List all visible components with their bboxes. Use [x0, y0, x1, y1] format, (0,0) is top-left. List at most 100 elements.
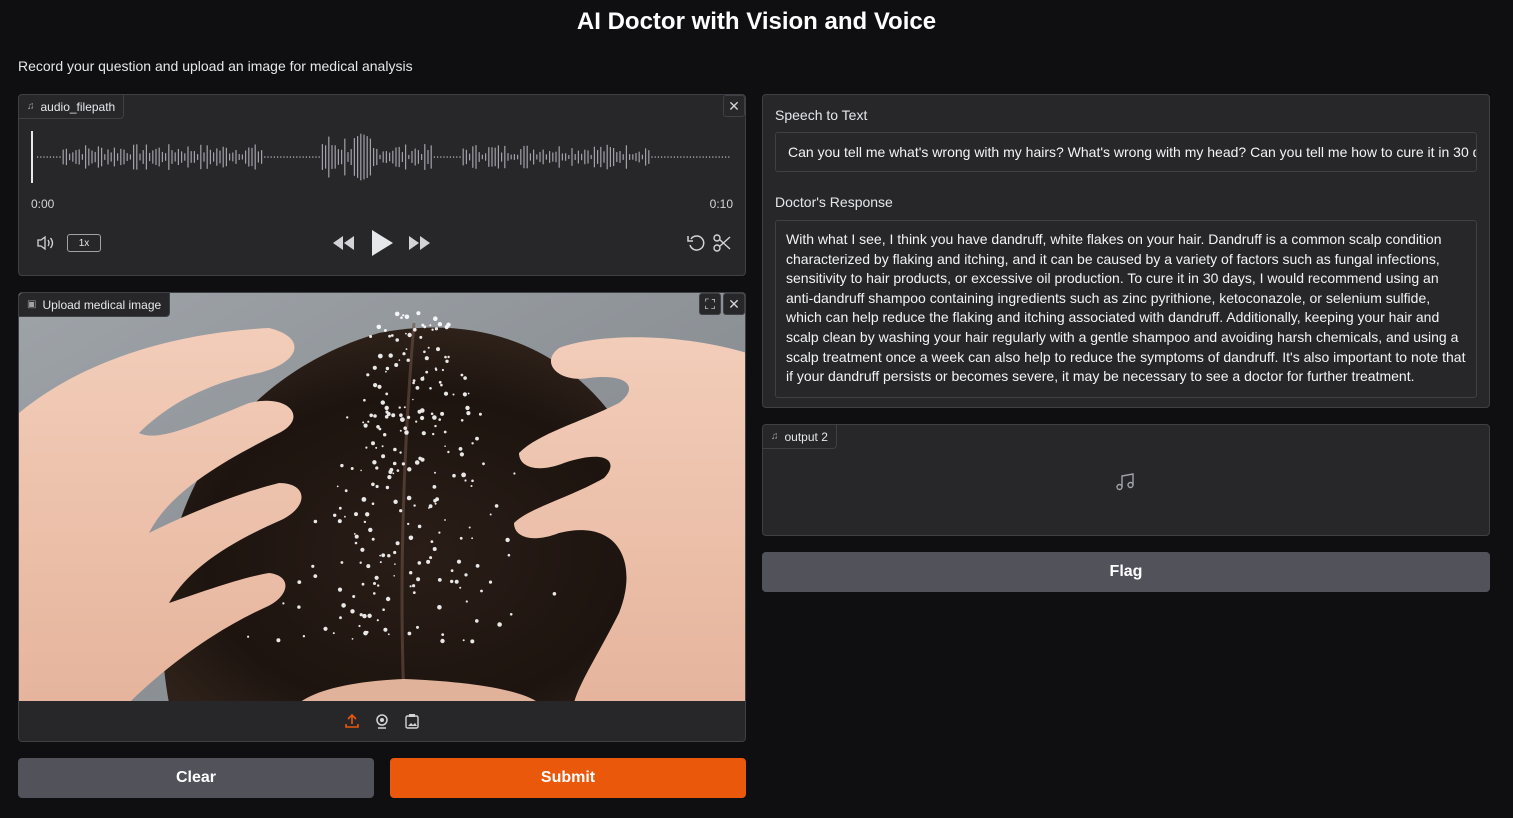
- waveform-bar: [347, 152, 349, 162]
- dandruff-flake: [363, 520, 367, 524]
- waveform-bar: [593, 146, 595, 168]
- clear-button[interactable]: Clear: [18, 758, 374, 798]
- dandruff-flake: [373, 383, 378, 388]
- dandruff-flake: [421, 323, 425, 327]
- dandruff-flake: [552, 592, 557, 596]
- dandruff-flake: [332, 632, 335, 635]
- dandruff-flake: [392, 461, 397, 466]
- dandruff-flake: [313, 519, 318, 524]
- dandruff-flake: [458, 447, 463, 451]
- fullscreen-icon[interactable]: ⛶: [699, 293, 721, 315]
- play-icon[interactable]: [369, 229, 395, 257]
- waveform-bar: [238, 154, 240, 160]
- scissors-icon[interactable]: [711, 233, 733, 253]
- waveform-bar: [587, 150, 589, 164]
- waveform-bar: [421, 154, 423, 160]
- waveform-bar: [414, 148, 416, 166]
- submit-button[interactable]: Submit: [390, 758, 746, 798]
- waveform-bar: [702, 156, 704, 158]
- waveform-bar: [542, 149, 544, 165]
- reset-icon[interactable]: [685, 233, 707, 253]
- waveform-bar: [177, 149, 179, 165]
- upload-icon[interactable]: [344, 713, 360, 729]
- waveform-bar: [350, 149, 352, 165]
- dandruff-flake: [440, 638, 445, 644]
- volume-icon[interactable]: [35, 233, 57, 253]
- waveform-bar: [280, 156, 282, 158]
- dandruff-flake: [405, 348, 408, 350]
- waveform-bar: [312, 156, 314, 158]
- waveform-bar: [661, 156, 663, 158]
- dandruff-flake: [399, 451, 402, 454]
- dandruff-flake: [372, 460, 377, 465]
- waveform-bar: [571, 148, 573, 166]
- dandruff-flake: [421, 431, 426, 436]
- dandruff-flake: [446, 322, 451, 327]
- audio-waveform[interactable]: [31, 131, 731, 183]
- dandruff-flake: [367, 613, 372, 618]
- dandruff-flake: [385, 370, 387, 373]
- fast-forward-icon[interactable]: [407, 233, 433, 253]
- waveform-bar: [53, 156, 55, 158]
- dandruff-flake: [412, 379, 416, 382]
- dandruff-flake: [344, 489, 348, 493]
- rewind-icon[interactable]: [331, 233, 357, 253]
- waveform-bar: [629, 154, 631, 160]
- dandruff-flake: [371, 441, 375, 446]
- waveform-bar: [94, 151, 96, 163]
- waveform-bar: [673, 156, 675, 158]
- waveform-bar: [446, 156, 448, 158]
- dandruff-flake: [475, 619, 479, 623]
- dandruff-flake: [460, 419, 464, 422]
- waveform-bar: [664, 156, 666, 158]
- dandruff-flake: [429, 324, 432, 327]
- waveform-bar: [357, 136, 359, 178]
- dandruff-flake: [337, 587, 343, 592]
- dandruff-flake: [374, 575, 379, 580]
- dandruff-flake: [412, 584, 416, 588]
- doctor-response-output[interactable]: With what I see, I think you have dandru…: [775, 220, 1477, 398]
- waveform-bar: [229, 153, 231, 161]
- dandruff-flake: [432, 485, 437, 489]
- waveform-bar: [398, 146, 400, 168]
- dandruff-flake: [415, 420, 418, 423]
- dandruff-flake: [388, 334, 391, 338]
- dandruff-flake: [346, 416, 349, 419]
- dandruff-flake: [465, 600, 468, 603]
- waveform-bar: [405, 144, 407, 170]
- dandruff-flake: [399, 509, 403, 513]
- waveform-bar: [683, 156, 685, 158]
- flag-button[interactable]: Flag: [762, 552, 1490, 592]
- dandruff-flake: [452, 473, 456, 478]
- speech-to-text-output[interactable]: Can you tell me what's wrong with my hai…: [775, 132, 1477, 172]
- dandruff-flake: [381, 553, 386, 558]
- waveform-bar: [427, 150, 429, 164]
- dandruff-flake: [383, 433, 387, 437]
- dandruff-flake: [282, 602, 285, 605]
- waveform-bar: [453, 156, 455, 158]
- doctor-response-label: Doctor's Response: [775, 194, 893, 210]
- waveform-bar: [75, 150, 77, 164]
- dandruff-flake: [444, 445, 446, 447]
- music-placeholder-icon: [1115, 473, 1139, 493]
- webcam-icon[interactable]: [374, 713, 390, 729]
- clipboard-image-icon[interactable]: [404, 713, 420, 729]
- dandruff-flake: [276, 638, 281, 643]
- dandruff-flake: [360, 547, 365, 552]
- dandruff-flake: [460, 373, 464, 377]
- waveform-bar: [712, 156, 714, 158]
- waveform-bar: [613, 148, 615, 167]
- dandruff-flake: [475, 436, 479, 441]
- dandruff-flake: [395, 338, 400, 342]
- dandruff-flake: [437, 578, 442, 582]
- dandruff-flake: [338, 506, 342, 510]
- playback-speed-button[interactable]: 1x: [67, 234, 101, 252]
- dandruff-flake: [405, 332, 407, 335]
- dandruff-flake: [373, 592, 376, 595]
- close-icon[interactable]: ✕: [723, 293, 745, 315]
- waveform-bar: [616, 152, 618, 162]
- close-icon[interactable]: ✕: [723, 95, 745, 117]
- waveform-bar: [584, 149, 586, 165]
- current-time: 0:00: [31, 197, 55, 211]
- dandruff-flake: [359, 561, 362, 564]
